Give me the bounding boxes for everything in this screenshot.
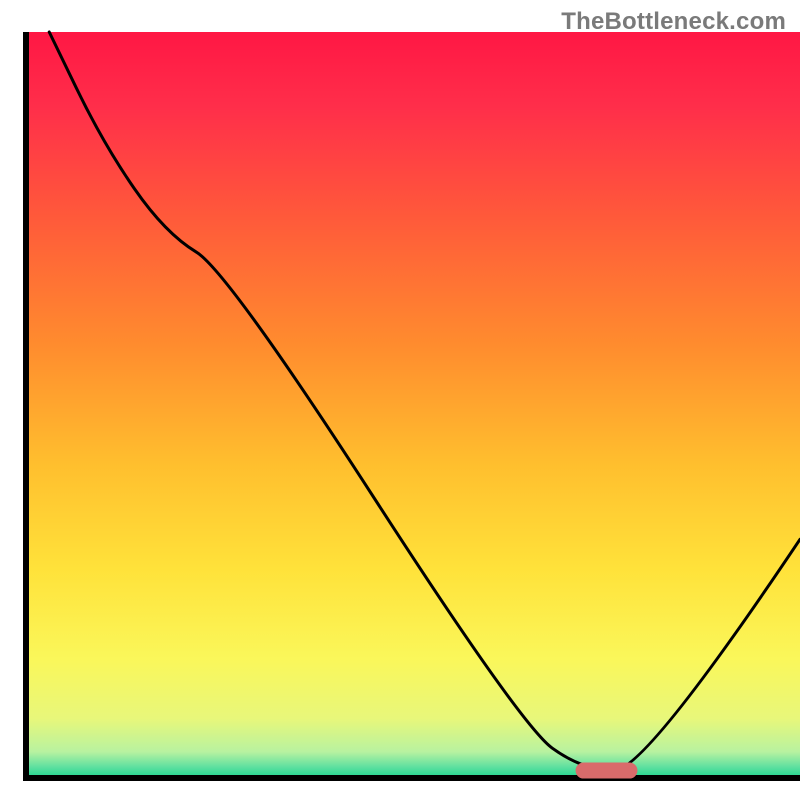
chart-container: TheBottleneck.com [0,0,800,800]
bottleneck-chart [0,0,800,800]
watermark-text: TheBottleneck.com [561,8,786,36]
chart-background [26,32,800,778]
target-range-marker [576,763,638,779]
